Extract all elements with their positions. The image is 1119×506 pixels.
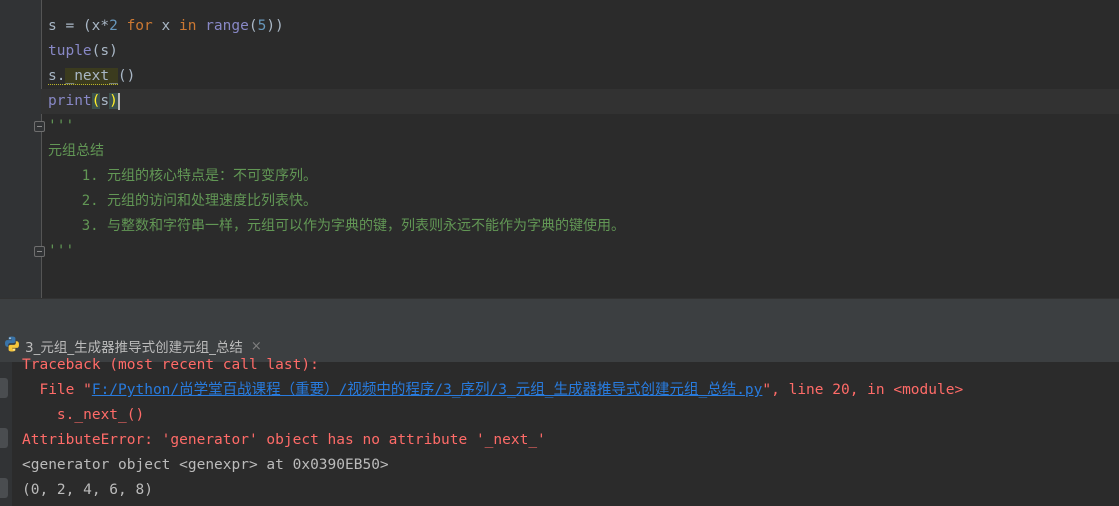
console-output: Traceback (most recent call last): File … xyxy=(22,353,963,503)
code-editor[interactable]: s = (x*2 for x in range(5)) tuple(s) s._… xyxy=(0,0,1119,298)
panel-separator[interactable] xyxy=(0,298,1119,331)
output-line: (0, 2, 4, 6, 8) xyxy=(22,482,153,498)
text-caret xyxy=(117,92,120,110)
unresolved-attribute: _next_ xyxy=(65,68,118,85)
code-line-2[interactable]: tuple(s) xyxy=(48,39,1119,64)
code-line-6[interactable]: 元组总结 xyxy=(48,139,1119,164)
traceback-line: Traceback (most recent call last): xyxy=(22,357,319,373)
traceback-code-line: s._next_() xyxy=(22,407,145,423)
code-line-1[interactable]: s = (x*2 for x in range(5)) xyxy=(48,14,1119,39)
console-marker xyxy=(0,378,8,398)
file-path-link[interactable]: F:/Python/尚学堂百战课程（重要）/视频中的程序/3_序列/3_元组_生… xyxy=(92,382,763,398)
traceback-file-line: File "F:/Python/尚学堂百战课程（重要）/视频中的程序/3_序列/… xyxy=(22,382,964,398)
output-line: <generator object <genexpr> at 0x0390EB5… xyxy=(22,457,389,473)
close-icon[interactable]: × xyxy=(251,339,262,354)
code-line-8[interactable]: 2. 元组的访问和处理速度比列表快。 xyxy=(48,189,1119,214)
fold-icon[interactable] xyxy=(34,121,45,132)
code-line-9[interactable]: 3. 与整数和字符串一样，元组可以作为字典的键，列表则永远不能作为字典的键使用。 xyxy=(48,214,1119,239)
python-icon xyxy=(3,335,21,357)
code-line-5[interactable]: ''' xyxy=(48,114,1119,139)
run-console[interactable]: Traceback (most recent call last): File … xyxy=(0,357,1119,506)
code-line-7[interactable]: 1. 元组的核心特点是：不可变序列。 xyxy=(48,164,1119,189)
console-marker xyxy=(0,478,8,498)
code-line-4-current[interactable]: print(s) xyxy=(41,89,1119,114)
fold-icon[interactable] xyxy=(34,246,45,257)
error-message: AttributeError: 'generator' object has n… xyxy=(22,432,546,448)
code-line-3[interactable]: s._next_() xyxy=(48,64,1119,89)
code-line-10[interactable]: ''' xyxy=(48,239,1119,264)
console-marker xyxy=(0,428,8,448)
code-lines[interactable]: s = (x*2 for x in range(5)) tuple(s) s._… xyxy=(41,14,1119,264)
